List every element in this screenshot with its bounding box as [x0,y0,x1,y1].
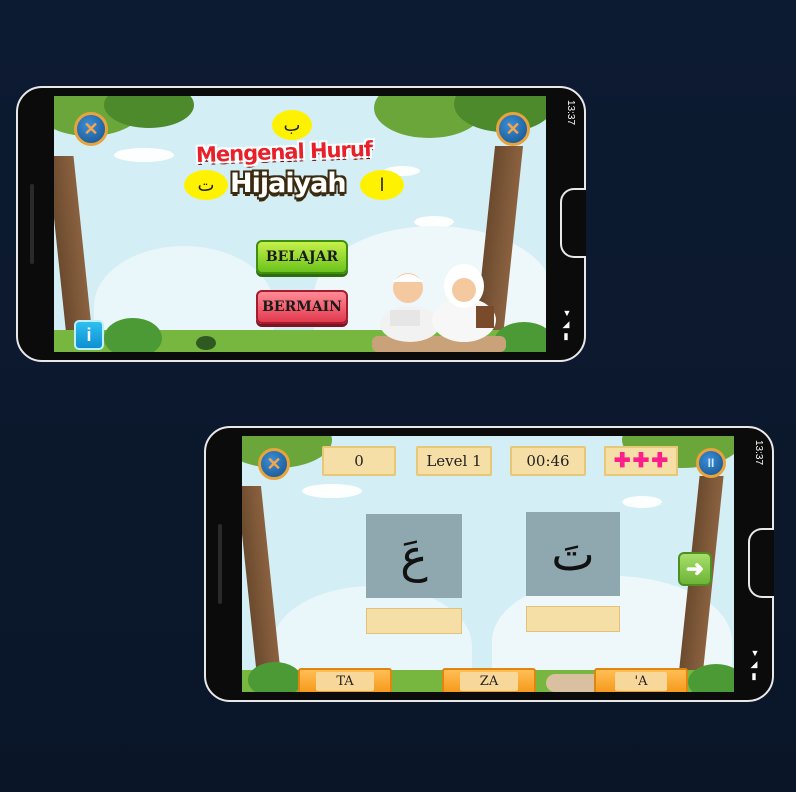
answer-label: ZA [459,671,519,691]
life-icon: ✚ [613,450,631,472]
status-time: 13:37 [753,440,764,466]
info-button[interactable]: i [74,320,104,350]
signal-battery-icon: ▼◢▮ [562,308,572,344]
status-time: 13:37 [565,100,576,126]
level-display: Level 1 [416,446,492,476]
pause-button[interactable]: II [696,448,726,478]
letter-card-right[interactable]: تَ [526,512,620,596]
next-button[interactable]: ➜ [678,552,712,586]
pause-icon: II [707,456,715,470]
home-screen: ✕ ✕ ب Mengenal Huruf ت Hijaiyah ا BELAJA… [54,96,546,352]
life-icon: ✚ [632,450,650,472]
answer-slot-right[interactable] [526,606,620,632]
sound-off-icon: ✕ [505,118,521,139]
letter-bubble-ba: ب [272,110,312,140]
close-button[interactable]: ✕ [74,112,108,146]
phone-game: ✕ 0 Level 1 00:46 ✚ ✚ ✚ II عَ تَ ➜ TA ZA [204,426,774,702]
belajar-button[interactable]: BELAJAR [256,240,348,274]
letter-bubble-alif: ا [360,170,404,200]
game-screen: ✕ 0 Level 1 00:46 ✚ ✚ ✚ II عَ تَ ➜ TA ZA [242,436,734,692]
letter-card-left[interactable]: عَ [366,514,462,598]
close-button[interactable]: ✕ [258,448,290,480]
bermain-button[interactable]: BERMAIN [256,290,348,324]
answer-label: 'A [614,671,668,691]
arrow-right-icon: ➜ [685,556,705,581]
phone-side-button [218,524,222,604]
status-bar: 13:37 ▼◢▮ [732,428,772,700]
score-display: 0 [322,446,396,476]
close-icon: ✕ [266,453,282,474]
sound-toggle-button[interactable]: ✕ [496,112,530,146]
title-line-2: Hijaiyah [230,168,347,199]
letter-bubble-ta: ت [184,170,228,200]
timer-display: 00:46 [510,446,586,476]
answer-label: TA [316,671,374,691]
answer-button-a[interactable]: 'A [594,668,688,692]
answer-slot-left[interactable] [366,608,462,634]
info-icon: i [86,324,92,345]
life-icon: ✚ [651,450,669,472]
signal-battery-icon: ▼◢▮ [750,648,760,684]
answer-button-ta[interactable]: TA [298,668,392,692]
phone-home: ✕ ✕ ب Mengenal Huruf ت Hijaiyah ا BELAJA… [16,86,586,362]
close-icon: ✕ [83,118,99,139]
lives-display: ✚ ✚ ✚ [604,446,678,476]
phone-side-button [30,184,34,264]
status-bar: 13:37 ▼◢▮ [544,88,584,360]
answer-button-za[interactable]: ZA [442,668,536,692]
reading-kids-illustration [372,264,506,352]
title-line-1: Mengenal Huruf [195,136,373,168]
